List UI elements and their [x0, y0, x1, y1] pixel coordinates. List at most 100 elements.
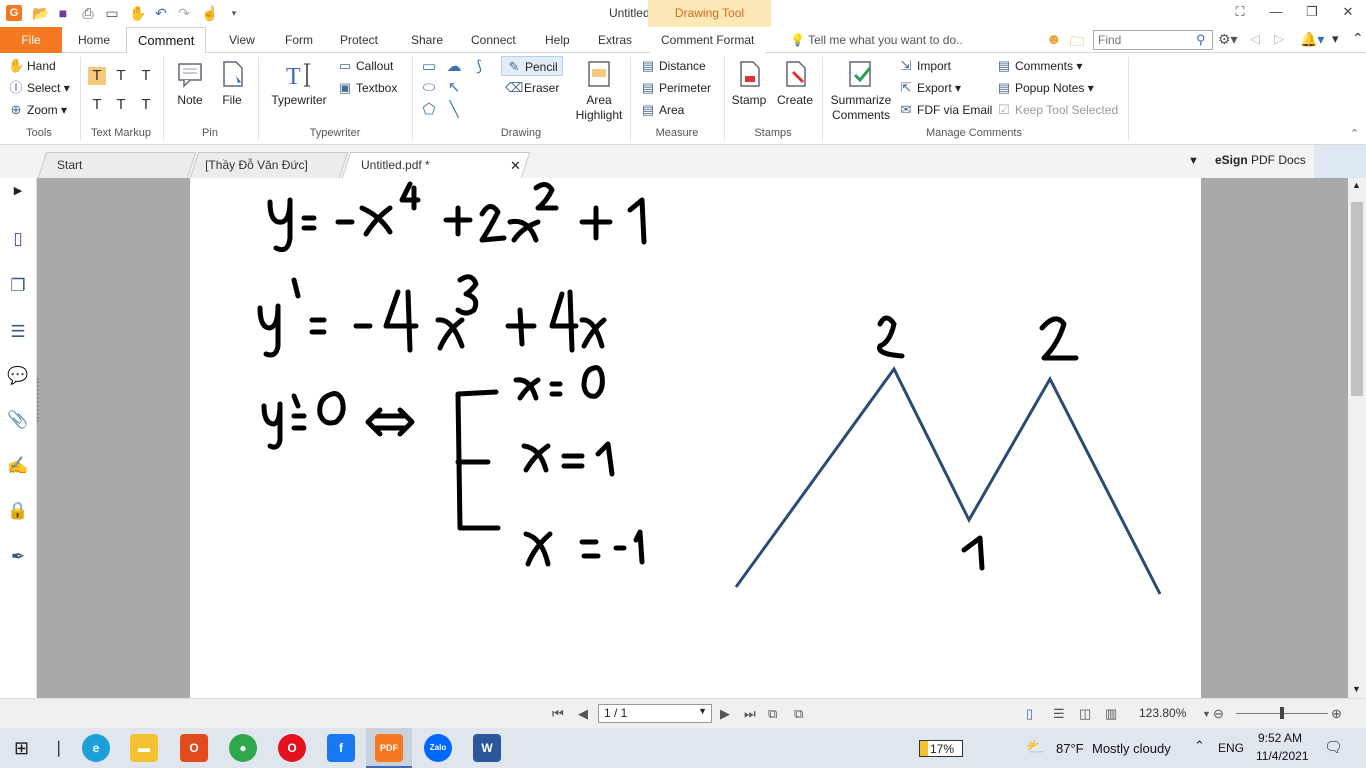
stamp-button[interactable]: Stamp	[729, 58, 769, 108]
tell-me-search[interactable]: 💡 Tell me what you want to do..	[790, 33, 963, 47]
security-lock-icon[interactable]: 🔒	[7, 500, 29, 522]
hand-stamp-icon[interactable]: ✋	[129, 5, 146, 21]
language-indicator[interactable]: ENG	[1218, 741, 1244, 755]
page-number-input[interactable]: 1 / 1 ▼	[598, 704, 712, 723]
scan-icon[interactable]: ▭	[104, 5, 120, 21]
close-button[interactable]: ✕	[1338, 4, 1358, 22]
edge-icon[interactable]: e	[82, 734, 110, 762]
last-page-icon[interactable]: ⏭	[744, 706, 756, 722]
fullscreen-icon[interactable]: ⛶	[1230, 4, 1250, 22]
scroll-up-icon[interactable]: ▲	[1352, 180, 1361, 190]
doc-tab-untitled[interactable]: Untitled.pdf *	[341, 152, 531, 178]
show-hidden-icons[interactable]: ⌃	[1194, 738, 1205, 754]
summarize-comments-button[interactable]: Summarize Comments	[828, 58, 894, 123]
perimeter-button[interactable]: ▤ Perimeter	[640, 78, 711, 98]
gear-icon[interactable]: ⚙▾	[1218, 31, 1238, 48]
restore-button[interactable]: ❐	[1302, 4, 1322, 22]
tab-list-dropdown-icon[interactable]: ▼	[1188, 155, 1199, 167]
squiggly-text-icon[interactable]: T	[112, 67, 130, 85]
tab-comment-format[interactable]: Comment Format	[650, 27, 766, 53]
zalo-icon[interactable]: Zalo	[424, 734, 452, 762]
find-input[interactable]	[1093, 30, 1213, 50]
battery-widget[interactable]: 17%	[919, 740, 963, 757]
prev-page-icon[interactable]: ◀	[578, 706, 588, 722]
facing-view-icon[interactable]: ◫	[1079, 706, 1091, 722]
fdf-email-button[interactable]: ✉ FDF via Email	[898, 100, 993, 120]
save-icon[interactable]: ■	[55, 5, 71, 21]
rectangle-icon[interactable]: ▭	[420, 58, 438, 76]
windows-start-icon[interactable]: ⊞	[14, 738, 29, 759]
clock-date[interactable]: 11/4/2021	[1256, 749, 1309, 763]
facebook-icon[interactable]: f	[327, 734, 355, 762]
foxit-taskbar-icon[interactable]: PDF	[375, 734, 403, 762]
line-icon[interactable]: ╲	[445, 101, 463, 119]
tab-protect[interactable]: Protect	[329, 27, 389, 53]
tab-extras[interactable]: Extras	[587, 27, 643, 53]
textbox-button[interactable]: ▣ Textbox	[337, 78, 398, 98]
polygon-icon[interactable]: ⬠	[420, 101, 438, 119]
drawing-tool-context-tab[interactable]: Drawing Tool	[648, 0, 771, 27]
weather-cloud-icon[interactable]: ⛅	[1026, 738, 1045, 756]
esign-promo[interactable]: eSign PDF Docs	[1215, 153, 1306, 167]
highlight-text-icon[interactable]: T	[88, 67, 106, 85]
zoom-out-icon[interactable]: ⊖	[1213, 706, 1224, 722]
area-highlight-button[interactable]: Area Highlight	[573, 58, 625, 123]
pages-icon[interactable]: ❐	[7, 275, 29, 297]
continuous-view-icon[interactable]: ☰	[1053, 706, 1065, 722]
customize-toolbar-icon[interactable]: ▾	[226, 5, 242, 21]
keep-tool-selected-checkbox[interactable]: ☑ Keep Tool Selected	[996, 100, 1118, 120]
polyline-icon[interactable]: ⟆	[470, 58, 488, 76]
certify-icon[interactable]: ✒	[7, 546, 29, 568]
tab-connect[interactable]: Connect	[460, 27, 527, 53]
chrome-icon[interactable]: ●	[229, 734, 257, 762]
area-button[interactable]: ▤ Area	[640, 100, 685, 120]
insert-text-icon[interactable]: T	[137, 96, 155, 114]
popup-notes-button[interactable]: ▤ Popup Notes ▾	[996, 78, 1094, 98]
comments-panel-icon[interactable]: 💬	[7, 365, 29, 387]
undo-icon[interactable]: ↶	[153, 5, 169, 21]
pdf-page[interactable]	[190, 178, 1201, 698]
zoom-tool-button[interactable]: ⊕ Zoom ▾	[8, 100, 68, 120]
redo-icon[interactable]: ↷	[176, 5, 192, 21]
strikeout-text-icon[interactable]: T	[88, 96, 106, 114]
file-attach-button[interactable]: File	[214, 58, 250, 108]
attachments-icon[interactable]: 📎	[7, 409, 29, 431]
bell-icon[interactable]: 🔔▾	[1300, 31, 1324, 48]
esign-image[interactable]	[1314, 145, 1366, 178]
signature-icon[interactable]: ✍	[7, 455, 29, 477]
opera-icon[interactable]: O	[278, 734, 306, 762]
typewriter-button[interactable]: T Typewriter	[264, 58, 334, 108]
scroll-down-icon[interactable]: ▼	[1352, 684, 1361, 694]
print-icon[interactable]: ⎙	[80, 5, 96, 21]
vertical-scrollbar[interactable]: ▲ ▼	[1348, 178, 1366, 698]
zoom-slider-thumb[interactable]	[1280, 707, 1284, 719]
collapse-ribbon-icon[interactable]: ⌃	[1352, 30, 1364, 47]
tab-form[interactable]: Form	[274, 27, 324, 53]
file-explorer-icon[interactable]: ▬	[130, 734, 158, 762]
tab-file[interactable]: File	[0, 27, 62, 53]
arrow-icon[interactable]: ↖	[445, 79, 463, 97]
document-canvas[interactable]	[37, 178, 1348, 698]
callout-button[interactable]: ▭ Callout	[337, 56, 394, 76]
doc-tab-start[interactable]: Start	[37, 152, 197, 178]
cloud-icon[interactable]: ☁	[445, 58, 463, 76]
next-page-icon[interactable]: ▶	[720, 706, 730, 722]
tab-help[interactable]: Help	[534, 27, 581, 53]
minimize-button[interactable]: —	[1266, 4, 1286, 22]
tab-view[interactable]: View	[218, 27, 266, 53]
open-folder-icon[interactable]: 📂	[32, 5, 49, 21]
search-folder-icon[interactable]: 🗀	[1070, 31, 1084, 55]
office-icon[interactable]: O	[180, 734, 208, 762]
search-icon[interactable]: ⚲	[1196, 32, 1206, 48]
tab-share[interactable]: Share	[400, 27, 454, 53]
zoom-level[interactable]: 123.80%	[1139, 706, 1186, 720]
scroll-thumb[interactable]	[1351, 202, 1363, 396]
replace-text-icon[interactable]: T	[112, 96, 130, 114]
smiley-icon[interactable]: ☻	[1046, 31, 1062, 48]
word-icon[interactable]: W	[473, 734, 501, 762]
ribbon-collapse-icon[interactable]: ⌃	[1350, 127, 1359, 140]
create-stamp-button[interactable]: Create	[774, 58, 816, 108]
previous-view-icon[interactable]: ⧉	[768, 706, 777, 722]
clock-time[interactable]: 9:52 AM	[1258, 731, 1302, 745]
zoom-in-icon[interactable]: ⊕	[1331, 706, 1342, 722]
